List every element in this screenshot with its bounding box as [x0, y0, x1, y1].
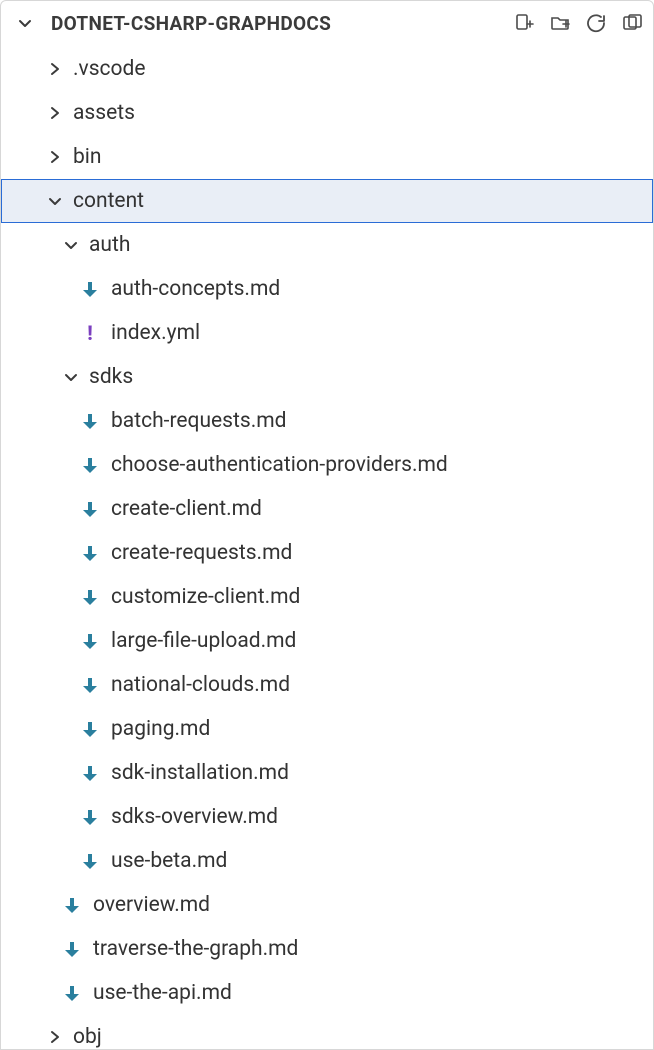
header-actions [513, 12, 643, 34]
markdown-file-icon [79, 278, 101, 300]
file-label: sdks-overview.md [111, 805, 278, 829]
chevron-right-icon [45, 59, 65, 79]
folder-sdks[interactable]: sdks [1, 355, 653, 399]
file-auth-concepts[interactable]: auth-concepts.md [1, 267, 653, 311]
file-label: large-file-upload.md [111, 629, 296, 653]
markdown-file-icon [79, 542, 101, 564]
chevron-down-icon [61, 367, 81, 387]
chevron-right-icon [45, 103, 65, 123]
file-explorer: DOTNET-CSHARP-GRAPHDOCS .vscode assets b… [1, 1, 653, 1049]
file-large-file-upload[interactable]: large-file-upload.md [1, 619, 653, 663]
file-use-the-api[interactable]: use-the-api.md [1, 971, 653, 1015]
file-label: use-beta.md [111, 849, 227, 873]
folder-label: bin [73, 145, 102, 169]
file-label: batch-requests.md [111, 409, 287, 433]
markdown-file-icon [79, 410, 101, 432]
file-label: choose-authentication-providers.md [111, 453, 448, 477]
file-tree: .vscode assets bin content auth auth-con… [1, 45, 653, 1049]
file-paging[interactable]: paging.md [1, 707, 653, 751]
file-label: customize-client.md [111, 585, 300, 609]
file-label: use-the-api.md [93, 981, 232, 1005]
file-sdks-overview[interactable]: sdks-overview.md [1, 795, 653, 839]
file-label: national-clouds.md [111, 673, 290, 697]
file-label: traverse-the-graph.md [93, 937, 298, 961]
markdown-file-icon [61, 982, 83, 1004]
file-customize-client[interactable]: customize-client.md [1, 575, 653, 619]
file-create-client[interactable]: create-client.md [1, 487, 653, 531]
file-label: sdk-installation.md [111, 761, 289, 785]
markdown-file-icon [79, 454, 101, 476]
markdown-file-icon [79, 718, 101, 740]
file-label: create-client.md [111, 497, 262, 521]
folder-label: obj [73, 1025, 102, 1049]
chevron-right-icon [45, 147, 65, 167]
markdown-file-icon [61, 938, 83, 960]
file-label: paging.md [111, 717, 210, 741]
file-batch-requests[interactable]: batch-requests.md [1, 399, 653, 443]
markdown-file-icon [79, 850, 101, 872]
markdown-file-icon [79, 586, 101, 608]
markdown-file-icon [79, 498, 101, 520]
file-sdk-installation[interactable]: sdk-installation.md [1, 751, 653, 795]
project-title[interactable]: DOTNET-CSHARP-GRAPHDOCS [15, 12, 507, 35]
yaml-file-icon: ! [79, 322, 101, 344]
chevron-down-icon [15, 13, 35, 33]
markdown-file-icon [61, 894, 83, 916]
file-label: index.yml [111, 321, 200, 345]
folder-vscode[interactable]: .vscode [1, 47, 653, 91]
project-name: DOTNET-CSHARP-GRAPHDOCS [51, 12, 331, 35]
folder-bin[interactable]: bin [1, 135, 653, 179]
folder-assets[interactable]: assets [1, 91, 653, 135]
new-file-button[interactable] [513, 12, 535, 34]
new-folder-button[interactable] [549, 12, 571, 34]
chevron-down-icon [61, 235, 81, 255]
file-national-clouds[interactable]: national-clouds.md [1, 663, 653, 707]
folder-auth[interactable]: auth [1, 223, 653, 267]
chevron-down-icon [45, 191, 65, 211]
folder-label: .vscode [73, 57, 146, 81]
file-label: overview.md [93, 893, 210, 917]
file-overview[interactable]: overview.md [1, 883, 653, 927]
folder-obj[interactable]: obj [1, 1015, 653, 1049]
folder-label: sdks [89, 365, 133, 389]
folder-label: auth [89, 233, 130, 257]
file-use-beta[interactable]: use-beta.md [1, 839, 653, 883]
file-create-requests[interactable]: create-requests.md [1, 531, 653, 575]
file-choose-auth-providers[interactable]: choose-authentication-providers.md [1, 443, 653, 487]
file-label: create-requests.md [111, 541, 292, 565]
explorer-header: DOTNET-CSHARP-GRAPHDOCS [1, 1, 653, 45]
markdown-file-icon [79, 762, 101, 784]
markdown-file-icon [79, 806, 101, 828]
file-index-yml[interactable]: ! index.yml [1, 311, 653, 355]
collapse-all-button[interactable] [621, 12, 643, 34]
markdown-file-icon [79, 674, 101, 696]
file-label: auth-concepts.md [111, 277, 280, 301]
folder-label: assets [73, 101, 135, 125]
file-traverse-the-graph[interactable]: traverse-the-graph.md [1, 927, 653, 971]
folder-label: content [73, 189, 144, 213]
chevron-right-icon [45, 1027, 65, 1047]
refresh-button[interactable] [585, 12, 607, 34]
folder-content[interactable]: content [1, 179, 653, 223]
markdown-file-icon [79, 630, 101, 652]
